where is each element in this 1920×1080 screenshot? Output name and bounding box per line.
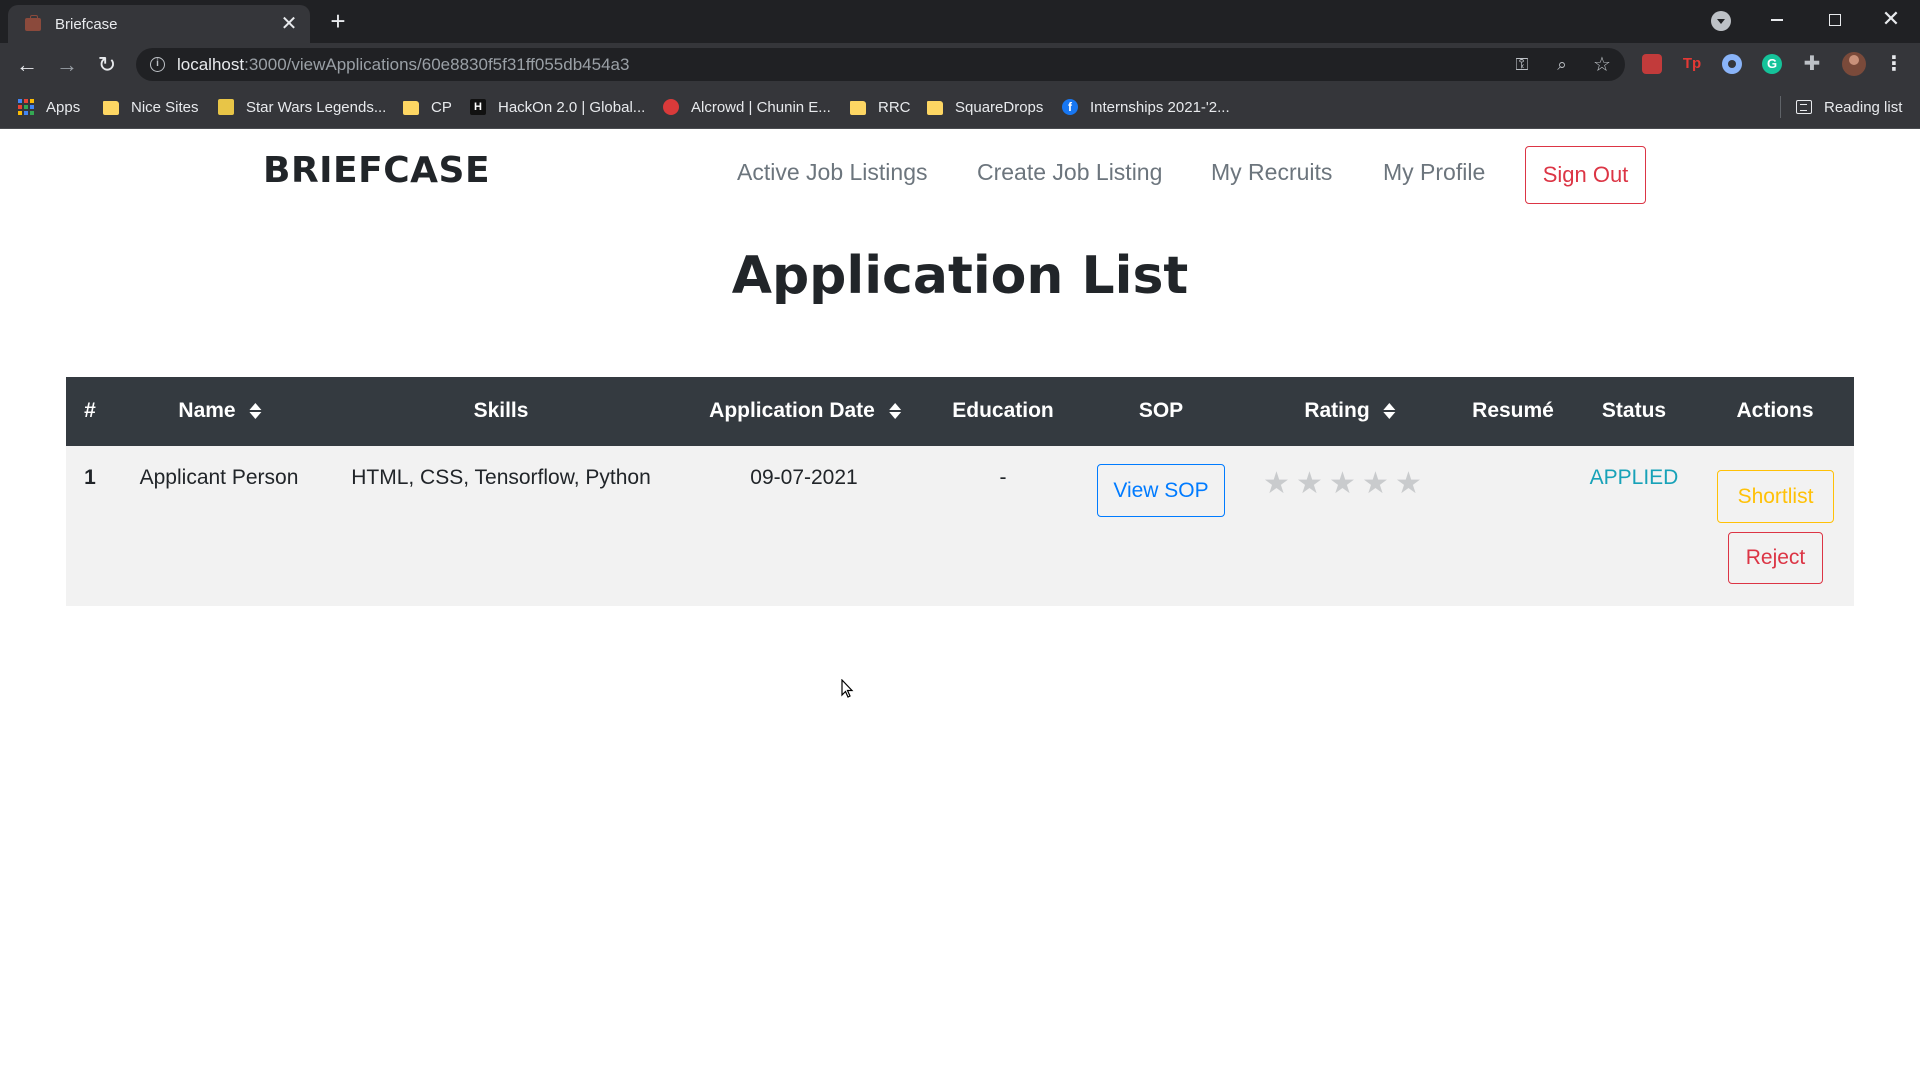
bookmark-star-icon[interactable]: ☆ (1591, 54, 1613, 76)
brand-logo[interactable]: BRIEFCASE (263, 150, 490, 191)
folder-icon (103, 100, 119, 115)
header-rating[interactable]: Rating (1304, 399, 1396, 423)
restore-window-button[interactable] (1814, 4, 1854, 34)
header-name[interactable]: Name (178, 399, 262, 423)
folder-icon (927, 100, 943, 115)
extension-tp-icon[interactable]: Tp (1682, 54, 1702, 74)
header-education: Education (952, 399, 1054, 422)
extension-red-icon[interactable] (1642, 54, 1662, 74)
minimize-window-button[interactable] (1757, 4, 1797, 34)
browser-tab-strip: Briefcase ✕ + ✕ (0, 0, 1920, 43)
url-text[interactable]: localhost:3000/viewApplications/60e8830f… (177, 55, 629, 75)
forward-arrow-icon[interactable]: → (53, 51, 81, 79)
star-icon[interactable]: ★ (1296, 469, 1323, 499)
bookmark-cp[interactable]: CP (403, 96, 452, 118)
rating-stars[interactable]: ★ ★ ★ ★ ★ (1263, 469, 1422, 499)
profile-avatar[interactable] (1842, 52, 1866, 76)
facebook-icon: f (1062, 99, 1078, 115)
table-header: # Name Skills Application Date Education… (66, 377, 1854, 446)
star-wars-icon (218, 99, 234, 115)
reload-icon[interactable]: ↻ (93, 51, 121, 79)
application-date: 09-07-2021 (750, 466, 858, 489)
extension-circle-icon[interactable] (1722, 54, 1742, 74)
status-badge: APPLIED (1589, 466, 1679, 489)
shortlist-button[interactable]: Shortlist (1717, 470, 1834, 523)
applicant-education: - (999, 466, 1007, 489)
nav-my-profile[interactable]: My Profile (1383, 159, 1485, 186)
bookmark-apps[interactable]: Apps (18, 96, 80, 118)
sort-icon[interactable] (249, 403, 262, 419)
star-icon[interactable]: ★ (1362, 469, 1389, 499)
briefcase-favicon-icon (25, 15, 41, 31)
table-row: 1 Applicant Person HTML, CSS, Tensorflow… (66, 446, 1854, 606)
aicrowd-icon (663, 99, 679, 115)
applicant-name: Applicant Person (139, 466, 299, 489)
sign-out-button[interactable]: Sign Out (1525, 146, 1646, 204)
password-key-icon[interactable]: ⚿ (1511, 54, 1533, 76)
star-icon[interactable]: ★ (1395, 469, 1422, 499)
tab-search-icon[interactable] (1711, 11, 1731, 31)
new-tab-button[interactable]: + (324, 7, 352, 35)
close-window-button[interactable]: ✕ (1871, 4, 1911, 34)
bookmark-star-wars[interactable]: Star Wars Legends... (218, 96, 386, 118)
view-sop-button[interactable]: View SOP (1097, 464, 1225, 517)
address-bar[interactable]: i localhost:3000/viewApplications/60e883… (136, 48, 1625, 81)
reading-list-button[interactable]: Reading list (1796, 96, 1902, 118)
star-icon[interactable]: ★ (1263, 469, 1290, 499)
site-navbar: BRIEFCASE Active Job Listings Create Job… (0, 129, 1920, 222)
star-icon[interactable]: ★ (1329, 469, 1356, 499)
reject-button[interactable]: Reject (1728, 532, 1823, 584)
site-info-icon[interactable]: i (150, 57, 165, 72)
bookmark-nice-sites[interactable]: Nice Sites (103, 96, 199, 118)
browser-toolbar: ← → ↻ i localhost:3000/viewApplications/… (0, 43, 1920, 86)
page-title: Application List (731, 246, 1189, 306)
nav-active-job-listings[interactable]: Active Job Listings (737, 159, 927, 186)
extensions-puzzle-icon[interactable]: ✚ (1802, 54, 1822, 74)
grammarly-icon[interactable]: G (1762, 54, 1782, 74)
folder-icon (403, 100, 419, 115)
header-index: # (84, 399, 96, 422)
sort-icon[interactable] (888, 403, 901, 419)
header-sop: SOP (1138, 399, 1184, 422)
apps-grid-icon (18, 99, 34, 115)
browser-menu-icon[interactable]: ⋮ (1884, 50, 1904, 78)
bookmark-aicrowd[interactable]: Alcrowd | Chunin E... (663, 96, 831, 118)
bookmark-internships[interactable]: f Internships 2021-'2... (1062, 96, 1230, 118)
header-application-date[interactable]: Application Date (709, 399, 901, 423)
sort-icon[interactable] (1383, 403, 1396, 419)
applications-table: # Name Skills Application Date Education… (66, 377, 1854, 606)
header-skills: Skills (473, 399, 529, 422)
bookmark-rrc[interactable]: RRC (850, 96, 911, 118)
header-status: Status (1601, 399, 1667, 422)
zoom-icon[interactable]: ⌕ (1551, 54, 1573, 76)
bookmark-hackon[interactable]: H HackOn 2.0 | Global... (470, 96, 645, 118)
reading-list-icon (1796, 100, 1812, 114)
browser-tab[interactable]: Briefcase ✕ (8, 5, 310, 43)
hackon-icon: H (470, 99, 486, 115)
tab-close-icon[interactable]: ✕ (278, 13, 300, 35)
nav-my-recruits[interactable]: My Recruits (1211, 159, 1332, 186)
bookmarks-bar: Apps Nice Sites Star Wars Legends... CP … (0, 86, 1920, 129)
applicant-skills: HTML, CSS, Tensorflow, Python (351, 466, 651, 489)
nav-create-job-listing[interactable]: Create Job Listing (977, 159, 1162, 186)
bookmark-squaredrops[interactable]: SquareDrops (927, 96, 1043, 118)
header-resume: Resumé (1472, 399, 1554, 422)
bookmarks-divider (1780, 96, 1781, 118)
header-actions: Actions (1736, 399, 1814, 422)
row-index: 1 (84, 466, 96, 489)
back-arrow-icon[interactable]: ← (13, 51, 41, 79)
tab-title: Briefcase (55, 16, 118, 33)
folder-icon (850, 100, 866, 115)
